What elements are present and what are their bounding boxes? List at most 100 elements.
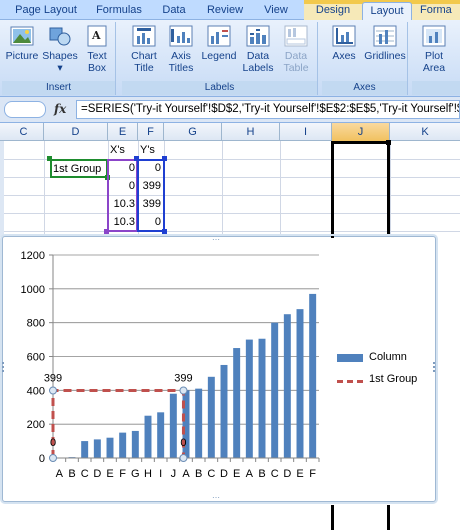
column-header-g[interactable]: G	[164, 123, 222, 141]
plot-area-button[interactable]: Plot Area	[416, 24, 452, 74]
shapes-button[interactable]: Shapes ▾	[42, 24, 78, 74]
data-label: 399	[174, 373, 192, 385]
axis-titles-label: Axis Titles	[168, 50, 194, 74]
cell-e4[interactable]: 10.3	[108, 195, 138, 213]
chart-title-button[interactable]: Chart Title	[126, 24, 162, 74]
tab-layout[interactable]: Layout	[362, 2, 412, 21]
column-header-bar: C D E F G H I J K	[0, 123, 460, 141]
chart-resize-handle-top[interactable]: ⋯	[212, 235, 220, 244]
x-tick-label: F	[119, 468, 126, 480]
legend-button[interactable]: Legend	[200, 24, 238, 62]
chart-title-icon	[130, 24, 158, 48]
insert-function-icon[interactable]: fx	[54, 102, 66, 116]
x-tick-label: D	[220, 468, 228, 480]
axes-group-label: Axes	[322, 81, 407, 95]
cell-f4[interactable]: 399	[138, 195, 164, 213]
labels-group-label: Labels	[122, 81, 317, 95]
bar	[271, 322, 279, 458]
x-tick-label: J	[171, 468, 177, 480]
axis-titles-button[interactable]: Axis Titles	[164, 24, 198, 74]
data-labels-button[interactable]: Data Labels	[240, 24, 276, 74]
text-box-button[interactable]: A Text Box	[80, 24, 114, 74]
axis-titles-icon	[167, 24, 195, 48]
y-tick-label: 1000	[21, 284, 45, 296]
tab-design[interactable]: Design	[310, 2, 356, 20]
shapes-icon	[46, 24, 74, 48]
gridline	[44, 141, 45, 237]
column-header-d[interactable]: D	[44, 123, 108, 141]
picture-button[interactable]: Picture	[4, 24, 40, 62]
x-tick-label: B	[258, 468, 265, 480]
chart-resize-handle-bottom[interactable]: ⋯	[212, 493, 220, 502]
legend-label-column[interactable]: Column	[369, 351, 407, 363]
x-tick-label: A	[246, 468, 254, 480]
selection-border-top	[331, 141, 390, 144]
y-tick-label: 0	[39, 453, 45, 465]
cell-f3[interactable]: 399	[138, 177, 164, 195]
bar	[283, 314, 291, 458]
chart-resize-handle-left[interactable]	[2, 362, 4, 372]
tab-format[interactable]: Forma	[420, 2, 460, 20]
x-tick-label: D	[283, 468, 291, 480]
background-group-label	[412, 81, 460, 95]
axes-button[interactable]: Axes	[326, 24, 362, 62]
selection-border-right-lower	[387, 505, 390, 530]
selection-border-left-mid	[331, 236, 334, 238]
x-tick-label: F	[309, 468, 316, 480]
fill-handle[interactable]	[386, 140, 391, 145]
plot-area-icon	[420, 24, 448, 48]
cell-f5[interactable]: 0	[138, 213, 164, 231]
name-box[interactable]	[4, 101, 46, 118]
column-header-f[interactable]: F	[138, 123, 164, 141]
x-tick-label: D	[93, 468, 101, 480]
tab-data[interactable]: Data	[156, 2, 192, 20]
cell-f2[interactable]: 0	[138, 159, 164, 177]
x-tick-label: A	[56, 468, 64, 480]
gridlines-icon	[371, 24, 399, 48]
bar	[131, 430, 139, 458]
picture-icon	[8, 24, 36, 48]
column-header-j[interactable]: J	[332, 123, 390, 141]
tab-view[interactable]: View	[258, 2, 294, 20]
selected-point-marker	[179, 386, 188, 395]
data-table-button[interactable]: Data Table	[278, 24, 314, 74]
axes-group: Axes Gridlines Axes	[322, 22, 408, 95]
tab-formulas[interactable]: Formulas	[90, 2, 148, 20]
x-tick-label: E	[233, 468, 240, 480]
formula-input[interactable]: =SERIES('Try-it Yourself'!$D$2,'Try-it Y…	[76, 100, 460, 119]
tab-page-layout[interactable]: Page Layout	[8, 2, 84, 20]
text-box-label: Text Box	[87, 50, 107, 74]
cell-e3[interactable]: 0	[108, 177, 138, 195]
legend-label-first-group[interactable]: 1st Group	[369, 373, 417, 385]
x-tick-label: C	[207, 468, 215, 480]
cell-f1[interactable]: Y's	[140, 141, 164, 159]
column-header-e[interactable]: E	[108, 123, 138, 141]
chart-resize-handle-right[interactable]	[433, 362, 435, 372]
column-header-i[interactable]: I	[280, 123, 332, 141]
x-tick-label: B	[195, 468, 202, 480]
cell-e2[interactable]: 0	[108, 159, 138, 177]
x-tick-label: C	[271, 468, 279, 480]
gridline	[4, 231, 460, 232]
range-handle[interactable]	[47, 156, 52, 161]
bar	[157, 412, 165, 458]
chart-object[interactable]: 0 200 400 600 800 1000 1200 ABCDEFGHIJABCDEABC…	[2, 235, 436, 502]
y-axis: 0 200 400 600 800 1000 1200	[21, 250, 54, 465]
background-group: Plot Area	[412, 22, 460, 95]
gridline	[4, 213, 460, 214]
tab-review[interactable]: Review	[202, 2, 248, 20]
bar	[195, 388, 203, 458]
bar	[258, 338, 266, 458]
column-header-k[interactable]: K	[390, 123, 460, 141]
cell-e5[interactable]: 10.3	[108, 213, 138, 231]
gridline	[4, 195, 460, 196]
gridlines-button[interactable]: Gridlines	[364, 24, 406, 62]
cell-d2[interactable]: 1st Group	[53, 160, 107, 178]
column-header-h[interactable]: H	[222, 123, 280, 141]
chart-canvas: 020040060080010001200 ABCDEFGHIJABCDEABC…	[21, 250, 320, 480]
gridlines-label: Gridlines	[364, 50, 406, 62]
column-header-c[interactable]: C	[4, 123, 44, 141]
gridline	[222, 141, 223, 237]
x-tick-label: E	[296, 468, 303, 480]
legend-swatch-first-group	[337, 380, 363, 383]
